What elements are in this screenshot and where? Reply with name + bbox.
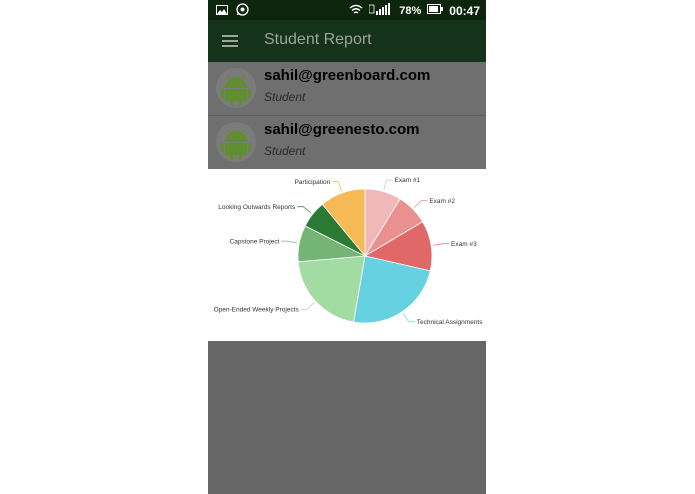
slice-leader-line [300, 302, 315, 310]
pie-slice [297, 255, 366, 323]
student-role: Student [264, 90, 306, 104]
status-clock: 00:47 [449, 3, 480, 18]
student-list: sahil@greenboard.com Student sahil@green… [208, 62, 486, 170]
slice-label: Exam #1 [395, 177, 421, 184]
student-email: sahil@greenesto.com [264, 121, 420, 138]
slice-leader-line [383, 179, 393, 190]
list-item[interactable]: sahil@greenboard.com Student [208, 62, 486, 116]
battery-percentage: 78% [399, 4, 422, 17]
slice-label: Participation [294, 179, 330, 186]
whatsapp-icon [236, 3, 249, 19]
phone-screen: 78% 00:47 Student Report sahil@greenboar… [208, 0, 486, 494]
list-item[interactable]: sahil@greenesto.com Student [208, 116, 486, 170]
avatar [216, 122, 256, 162]
slice-label: Looking Outwards Reports [218, 204, 296, 211]
slice-leader-line [402, 313, 415, 323]
student-email: sahil@greenboard.com [264, 67, 431, 84]
chart-panel: Exam #1 Exam #2 Exam #3 Technical Assignmen… [208, 169, 486, 341]
app-toolbar: Student Report [208, 20, 486, 62]
signal-icon [368, 3, 393, 18]
pie-chart: Exam #1 Exam #2 Exam #3 Technical Assignmen… [214, 177, 484, 326]
slice-leader-line [433, 243, 450, 246]
hamburger-menu-icon[interactable] [222, 34, 238, 48]
slice-label: Capstone Project [230, 238, 280, 245]
slice-label: Technical Assignments [417, 319, 484, 326]
slice-label: Exam #3 [451, 241, 477, 248]
slice-label: Exam #2 [429, 198, 455, 205]
slice-leader-line [332, 181, 342, 192]
student-role: Student [264, 144, 306, 158]
slice-leader-line [413, 200, 428, 208]
avatar [216, 68, 256, 108]
battery-icon [427, 4, 444, 17]
wifi-icon [349, 4, 363, 18]
gallery-icon [216, 4, 228, 18]
slice-leader-line [281, 240, 298, 244]
slice-label: Open-Ended Weekly Projects [214, 307, 300, 314]
page-title: Student Report [264, 31, 372, 48]
status-bar: 78% 00:47 [208, 0, 486, 20]
slice-leader-line [297, 206, 312, 214]
